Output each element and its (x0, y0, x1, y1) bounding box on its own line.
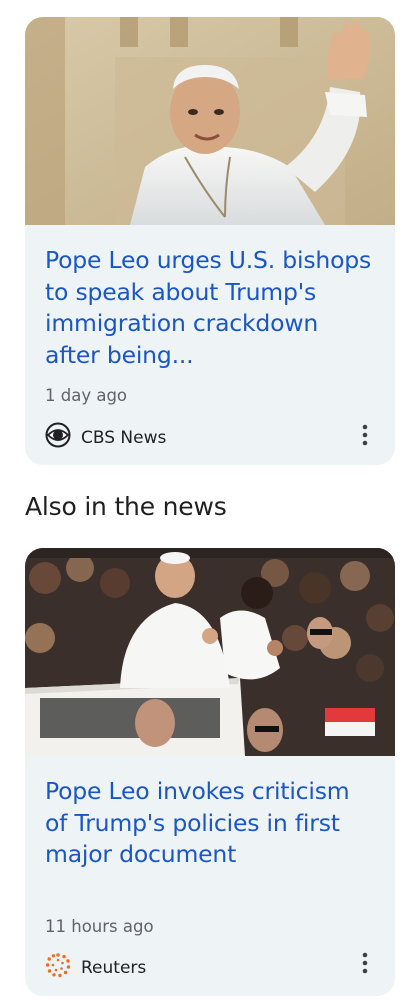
news-card-2[interactable]: Pope Leo invokes criticism of Trump's po… (25, 548, 395, 996)
article-time: 1 day ago (45, 386, 128, 405)
more-options-button[interactable] (351, 949, 379, 977)
cbs-eye-logo-icon (45, 422, 71, 453)
article-time: 11 hours ago (45, 917, 154, 936)
article-headline[interactable]: Pope Leo invokes criticism of Trump's po… (45, 776, 375, 871)
article-source: CBS News (45, 422, 166, 453)
more-vert-icon (362, 424, 368, 446)
article-image[interactable] (25, 548, 395, 756)
section-heading: Also in the news (25, 492, 227, 521)
news-card-1[interactable]: Pope Leo urges U.S. bishops to speak abo… (25, 17, 395, 465)
more-vert-icon (362, 952, 368, 974)
article-image[interactable] (25, 17, 395, 225)
headline-text[interactable]: Pope Leo invokes criticism of Trump's po… (45, 776, 375, 871)
headline-text[interactable]: Pope Leo urges U.S. bishops to speak abo… (45, 245, 375, 371)
source-name: CBS News (81, 427, 167, 448)
reuters-logo-icon (45, 952, 71, 983)
article-source: Reuters (45, 952, 146, 983)
more-options-button[interactable] (351, 421, 379, 449)
article-headline[interactable]: Pope Leo urges U.S. bishops to speak abo… (45, 245, 375, 371)
source-name: Reuters (81, 957, 147, 978)
